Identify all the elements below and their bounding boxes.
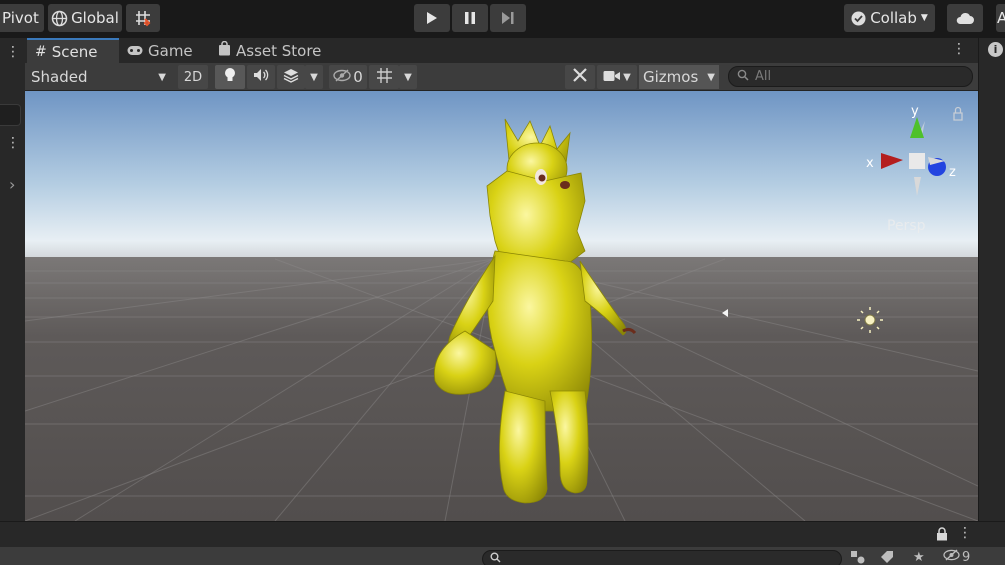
tab-asset-store[interactable]: Asset Store	[218, 38, 321, 63]
editor-tools-button[interactable]	[565, 65, 595, 89]
axis-label-y: y	[911, 104, 919, 119]
chevron-right-icon[interactable]: ›	[9, 175, 15, 194]
more-options-icon[interactable]: ⋮	[6, 44, 20, 60]
grid-snap-icon	[134, 9, 152, 27]
tab-scene[interactable]: # Scene	[27, 38, 119, 63]
grid-dropdown[interactable]: ▼	[399, 65, 417, 89]
eye-slash-icon	[333, 68, 351, 86]
hierarchy-panel-edge: ⋮ ⋮ ›	[0, 38, 25, 521]
eye-slash-icon	[943, 549, 960, 565]
search-icon	[737, 69, 749, 85]
grid-snap-button[interactable]	[126, 4, 160, 32]
cloud-button[interactable]	[947, 4, 983, 32]
chevron-down-icon: ▼	[623, 71, 631, 83]
hidden-packages-toggle[interactable]: 9	[943, 549, 970, 565]
global-toggle-button[interactable]: Global	[48, 4, 122, 32]
more-options-icon[interactable]: ⋮	[958, 525, 972, 541]
collab-dropdown[interactable]: Collab ▼	[844, 4, 935, 32]
step-icon	[501, 11, 515, 25]
gizmos-dropdown[interactable]: Gizmos ▼	[639, 65, 719, 89]
hash-icon: #	[35, 43, 47, 60]
tab-label: Game	[148, 41, 193, 60]
project-panel-header: ⋮	[0, 521, 1005, 547]
account-label: A	[997, 9, 1005, 27]
tab-label: Asset Store	[236, 41, 322, 60]
gamepad-icon	[127, 42, 143, 60]
play-button[interactable]	[414, 4, 450, 32]
hidden-package-count: 9	[962, 549, 971, 565]
projection-label[interactable]: Persp	[887, 218, 926, 234]
shading-mode-value: Shaded	[31, 68, 88, 86]
project-search-input[interactable]	[482, 550, 842, 565]
gizmos-label: Gizmos	[643, 68, 699, 86]
axis-label-z: z	[949, 165, 956, 180]
axis-label-x: x	[866, 156, 874, 171]
scene-control-bar: Shaded ▼ 2D ▼ 0 ▼ ▼ Gizmos ▼ All	[25, 63, 978, 91]
audio-icon	[253, 68, 269, 86]
lock-icon[interactable]	[936, 527, 948, 545]
shopping-bag-icon	[218, 40, 231, 60]
search-icon	[490, 551, 501, 565]
search-placeholder: All	[755, 69, 772, 84]
hidden-object-count: 0	[353, 68, 363, 86]
more-options-icon[interactable]: ⋮	[6, 135, 20, 151]
grid-visibility-button[interactable]	[369, 65, 399, 89]
pivot-toggle-button[interactable]: Pivot	[0, 4, 44, 32]
tab-game[interactable]: Game	[127, 38, 193, 63]
chevron-down-icon: ▼	[310, 71, 318, 83]
more-options-icon[interactable]: ⋮	[952, 41, 966, 57]
favorites-icon[interactable]: ★	[913, 549, 925, 565]
chevron-down-icon: ▼	[920, 13, 928, 23]
tab-label: Scene	[51, 42, 98, 61]
camera-settings-dropdown[interactable]: ▼	[597, 65, 637, 89]
scene-tab-bar: # Scene Game Asset Store ⋮	[25, 38, 978, 63]
globe-icon	[51, 10, 68, 27]
shading-mode-dropdown[interactable]: Shaded ▼	[27, 65, 172, 89]
play-icon	[426, 11, 438, 25]
playback-controls	[414, 4, 528, 32]
scene-visibility-toggle[interactable]: 0	[329, 65, 367, 89]
inspector-panel-edge: i	[978, 38, 1005, 521]
project-toolbar: ★ 9	[0, 547, 1005, 565]
scene-search-input[interactable]: All	[728, 66, 973, 87]
camera-icon	[603, 68, 621, 86]
grid-icon	[376, 67, 393, 88]
2d-mode-button[interactable]: 2D	[178, 65, 208, 89]
global-label: Global	[71, 9, 119, 27]
check-icon	[851, 11, 866, 26]
collab-label: Collab	[870, 9, 917, 27]
account-dropdown[interactable]: A	[996, 4, 1005, 32]
filter-by-label-icon[interactable]	[880, 549, 894, 565]
effects-icon	[283, 68, 299, 87]
effects-dropdown[interactable]: ▼	[305, 65, 323, 89]
chevron-down-icon: ▼	[158, 71, 166, 83]
chevron-down-icon: ▼	[707, 71, 715, 83]
cloud-icon	[955, 11, 975, 25]
lightbulb-icon	[224, 67, 236, 87]
hierarchy-search-field[interactable]	[0, 104, 21, 126]
step-button[interactable]	[490, 4, 526, 32]
pause-button[interactable]	[452, 4, 488, 32]
2d-label: 2D	[183, 69, 203, 85]
pivot-label: Pivot	[2, 9, 39, 27]
audio-toggle-button[interactable]	[247, 65, 275, 89]
effects-toggle-button[interactable]	[277, 65, 305, 89]
pause-icon	[464, 11, 476, 25]
filter-by-type-icon[interactable]	[850, 549, 866, 565]
main-toolbar: Pivot Global Collab ▼ A	[0, 0, 1005, 38]
lighting-toggle-button[interactable]	[215, 65, 245, 89]
scene-viewport[interactable]: y x z Persp	[25, 91, 978, 521]
chevron-down-icon: ▼	[404, 71, 412, 83]
tools-icon	[572, 67, 588, 87]
info-icon[interactable]: i	[988, 42, 1003, 57]
